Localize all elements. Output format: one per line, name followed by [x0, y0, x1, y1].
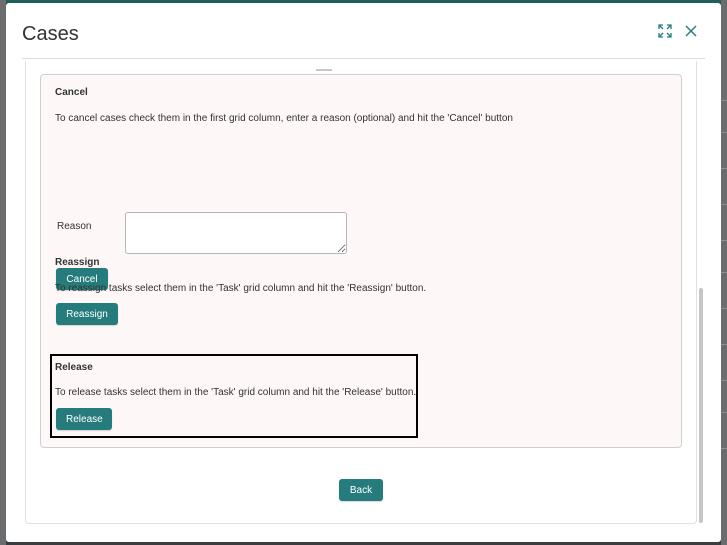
resize-grab-handle[interactable]	[316, 69, 332, 71]
background-row-divider	[721, 204, 727, 205]
release-description: To release tasks select them in the 'Tas…	[55, 387, 417, 398]
background-row-divider	[721, 100, 727, 101]
release-button[interactable]: Release	[56, 408, 112, 430]
cancel-heading: Cancel	[55, 87, 88, 98]
cases-modal: Cases Cancel To cancel cases check them …	[6, 3, 721, 542]
release-heading: Release	[55, 362, 93, 373]
modal-header-actions	[657, 23, 699, 39]
scrollbar-thumb[interactable]	[699, 288, 703, 523]
background-row-divider	[721, 448, 727, 449]
reason-label: Reason	[57, 221, 92, 232]
case-actions-panel: Cancel To cancel cases check them in the…	[40, 74, 682, 448]
cancel-description: To cancel cases check them in the first …	[55, 113, 513, 124]
background-row-divider	[721, 168, 727, 169]
reassign-button[interactable]: Reassign	[56, 303, 118, 325]
background-row-divider	[721, 344, 727, 345]
background-row-divider	[721, 132, 727, 133]
expand-icon[interactable]	[657, 23, 673, 39]
modal-title: Cases	[22, 23, 79, 45]
reassign-heading: Reassign	[55, 257, 100, 268]
background-row-divider	[721, 240, 727, 241]
reassign-description: To reassign tasks select them in the 'Ta…	[55, 283, 427, 294]
header-divider	[22, 58, 705, 59]
background-row-divider	[721, 272, 727, 273]
background-row-divider	[721, 380, 727, 381]
background-row-divider	[721, 412, 727, 413]
back-button[interactable]: Back	[339, 479, 383, 501]
close-icon[interactable]	[683, 23, 699, 39]
background-row-divider	[721, 308, 727, 309]
reason-input[interactable]	[125, 212, 347, 254]
